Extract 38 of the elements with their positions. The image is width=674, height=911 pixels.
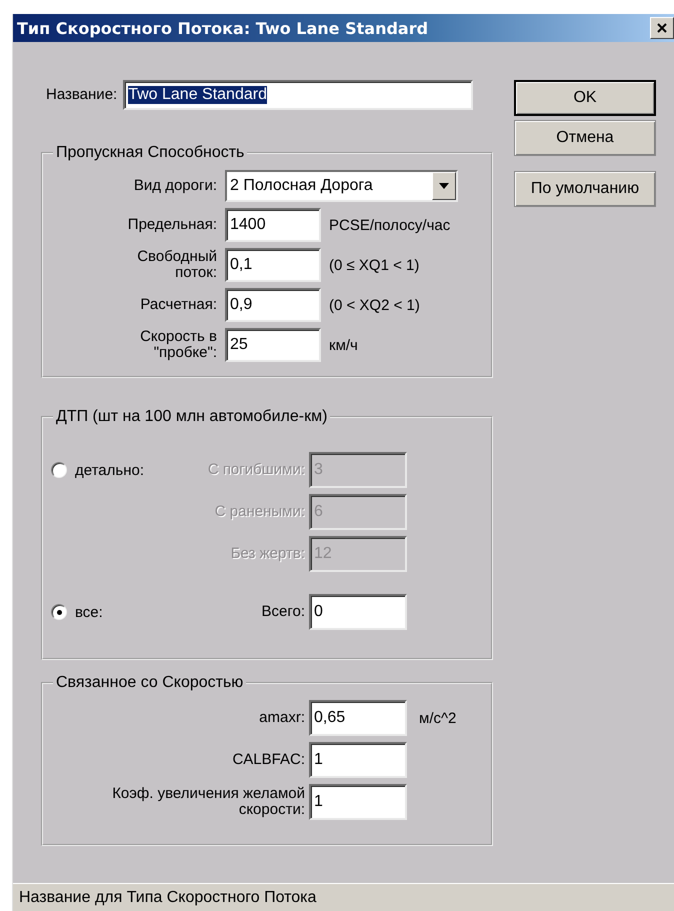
number-input[interactable]: 1 xyxy=(309,784,407,820)
field-label: Предельная: xyxy=(128,216,217,234)
unit-text: (0 < XQ2 < 1) xyxy=(329,296,420,314)
number-input[interactable]: 0,9 xyxy=(225,288,321,322)
unit-text: (0 ≤ XQ1 < 1) xyxy=(329,256,420,274)
unit-text: м/с^2 xyxy=(419,710,456,726)
radio-option[interactable]: детально: xyxy=(51,462,144,478)
dialog-button[interactable]: По умолчанию xyxy=(514,171,656,207)
field-label: Скорость в "пробке": xyxy=(139,328,217,362)
field-label: Вид дороги: xyxy=(134,178,217,194)
number-input[interactable]: 0,65 xyxy=(309,700,407,736)
window-title: Тип Скоростного Потока: Two Lane Standard xyxy=(17,18,428,38)
number-input[interactable]: 1 xyxy=(309,742,407,778)
radio-option[interactable]: все: xyxy=(51,604,103,620)
unit-text: PCSE/полосу/час xyxy=(329,216,450,234)
group-title: ДТП (шт на 100 млн автомобиле-км) xyxy=(55,408,328,426)
road-type-dropdown[interactable]: 2 Полосная Дорога xyxy=(225,170,458,202)
name-label: Название: xyxy=(46,86,118,104)
dialog-button[interactable]: Отмена xyxy=(514,120,656,156)
status-text: Название для Типа Скоростного Потока xyxy=(19,888,316,906)
field-label: Расчетная: xyxy=(140,296,217,314)
field-label: Свободный поток: xyxy=(136,248,217,282)
field-label: amaxr: xyxy=(259,710,305,726)
field-label: Без жертв: xyxy=(230,546,305,562)
field-label: Всего: xyxy=(262,604,305,620)
field-label: С ранеными: xyxy=(214,504,305,520)
dialog-button[interactable]: OK xyxy=(514,80,656,116)
group-title: Связанное со Скоростью xyxy=(55,674,244,692)
field-label: С погибшими: xyxy=(208,462,305,478)
group-title: Пропускная Способность xyxy=(55,144,246,162)
unit-text: км/ч xyxy=(329,336,358,354)
number-input[interactable]: 25 xyxy=(225,328,321,362)
name-input[interactable]: Two Lane Standard xyxy=(123,80,474,110)
field-label: Коэф. увеличения желамой скорости: xyxy=(111,786,305,818)
number-input[interactable]: 0 xyxy=(309,594,407,630)
number-input[interactable]: 1400 xyxy=(225,208,321,242)
number-input[interactable]: 0,1 xyxy=(225,248,321,282)
field-label: CALBFAC: xyxy=(232,752,305,768)
